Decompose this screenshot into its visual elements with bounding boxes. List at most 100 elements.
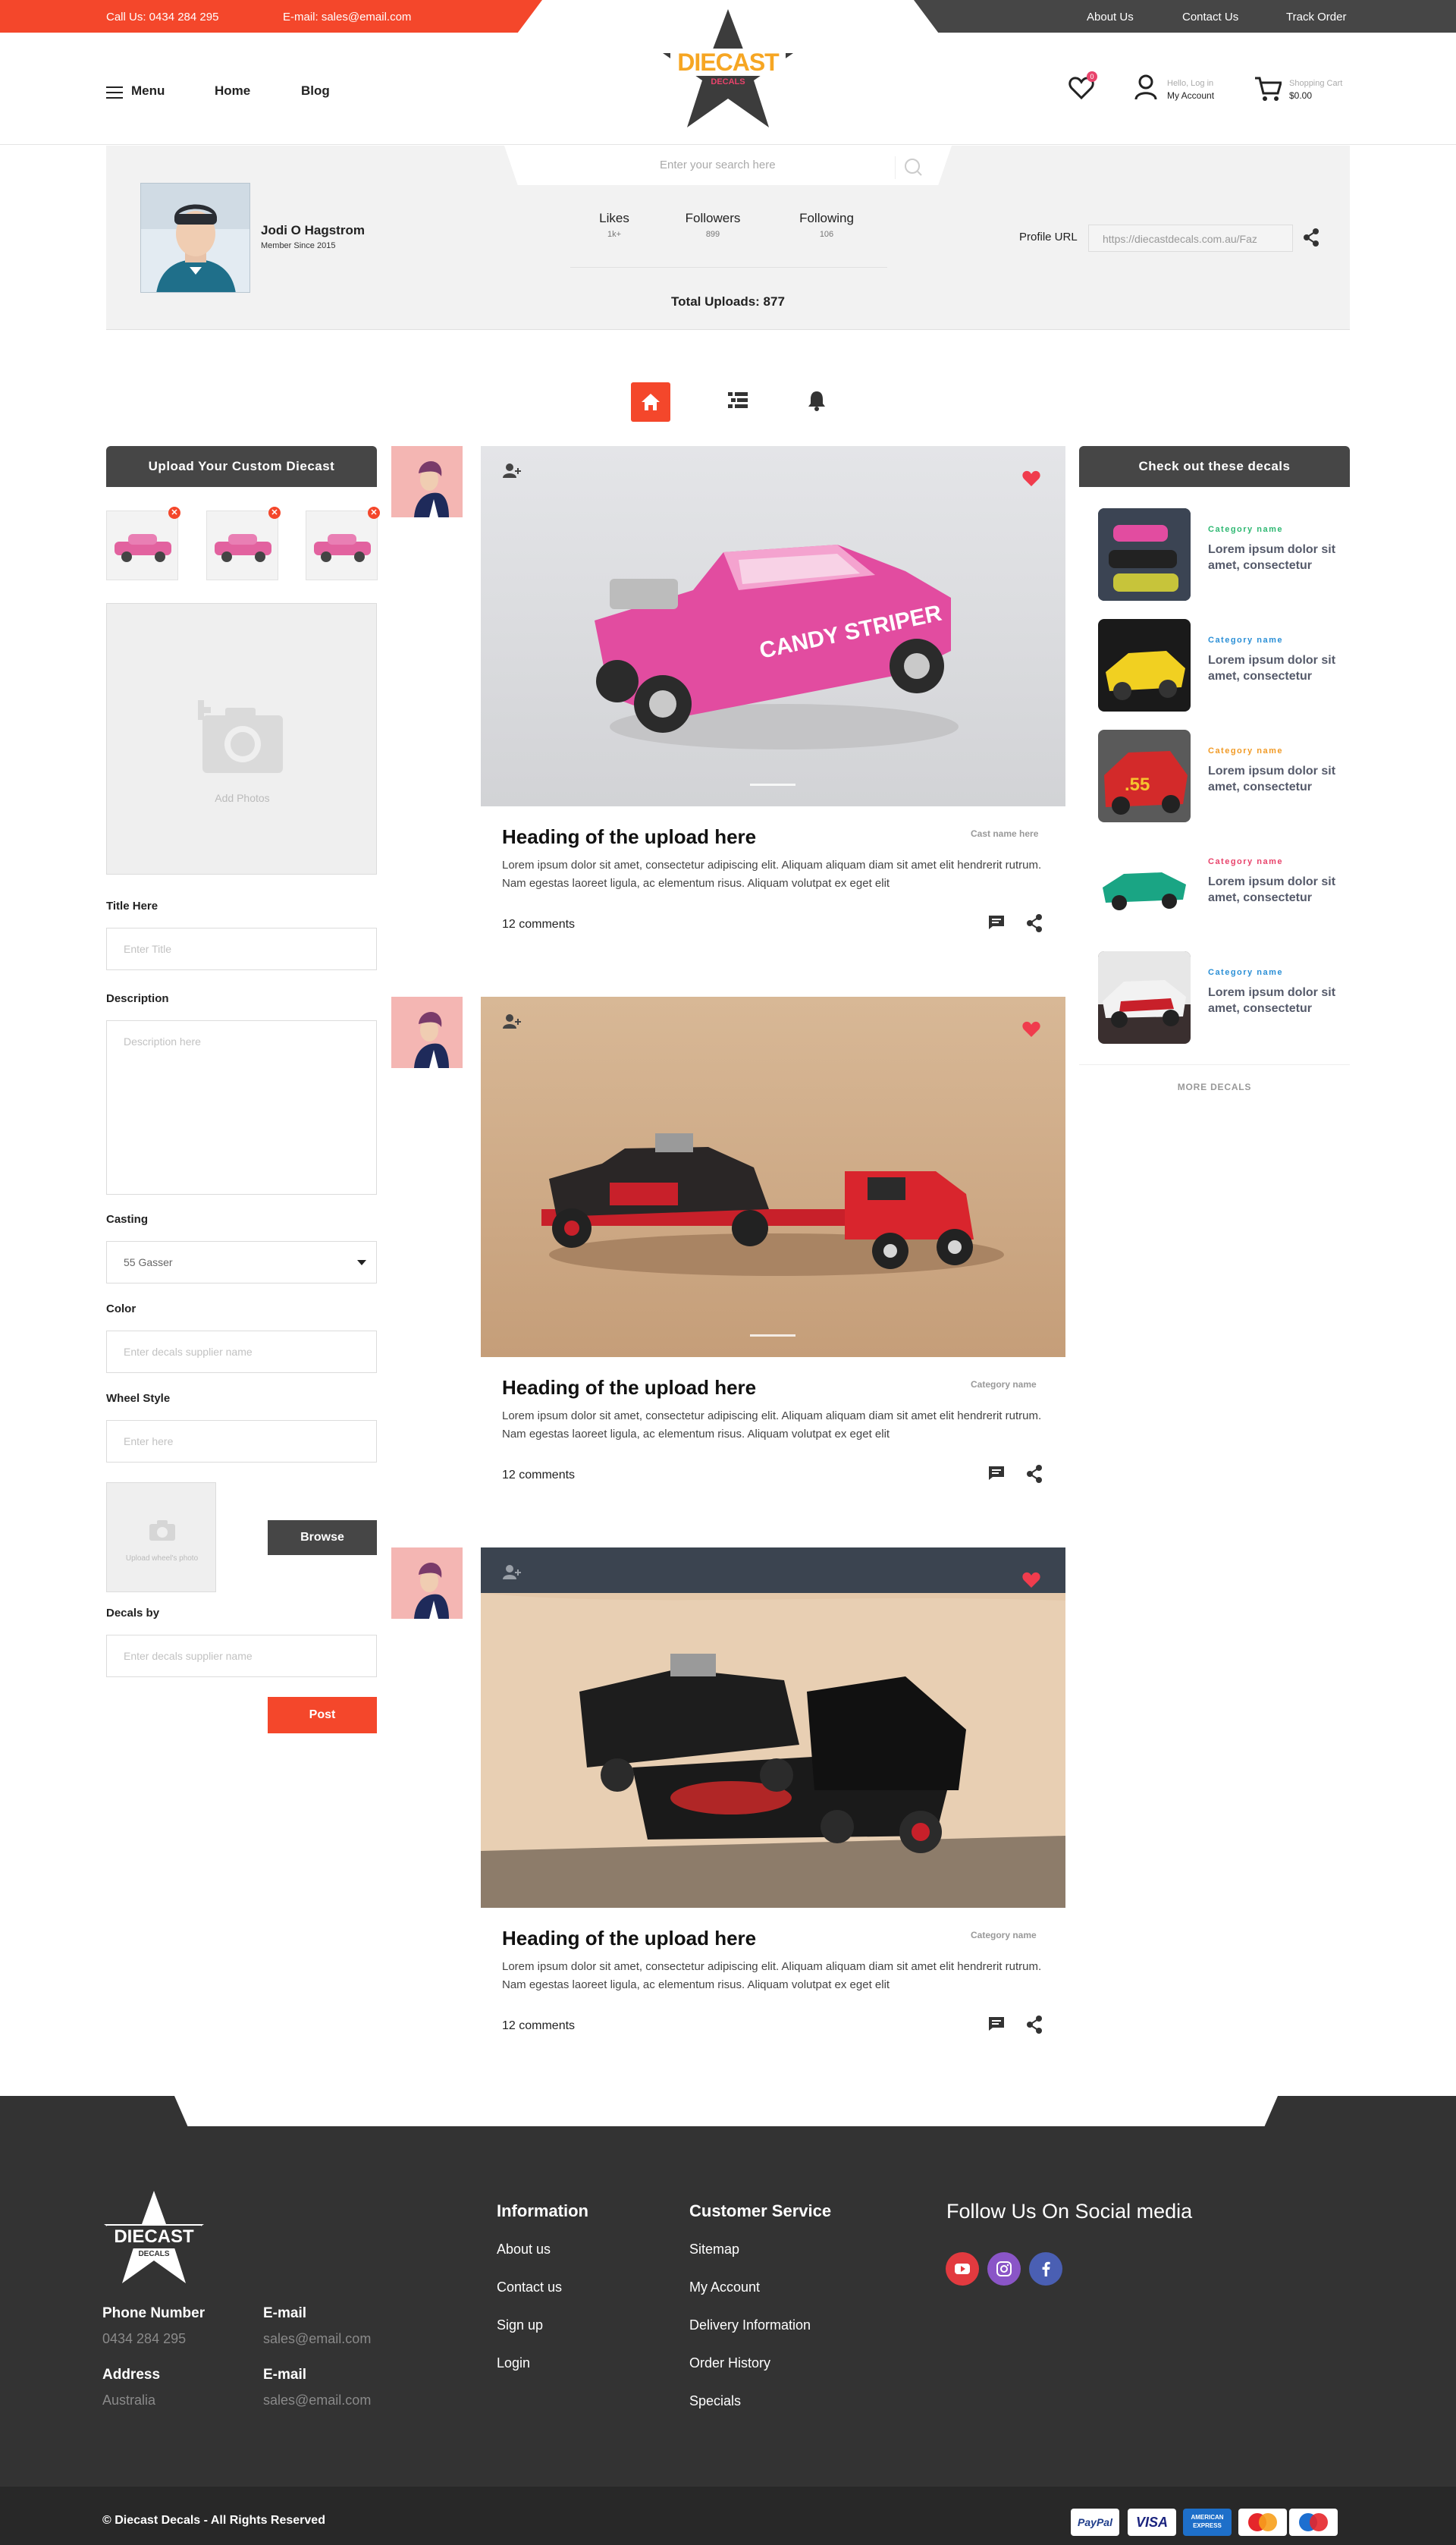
footer-link-signup[interactable]: Sign up	[497, 2317, 543, 2333]
comment-icon[interactable]	[988, 1466, 1005, 1485]
decal-thumb[interactable]	[1098, 951, 1191, 1044]
footer-link-contact[interactable]: Contact us	[497, 2280, 562, 2295]
footer-link-login[interactable]: Login	[497, 2355, 530, 2371]
casting-select[interactable]: 55 Gasser	[106, 1241, 377, 1283]
footer-logo[interactable]: DIECAST DECALS	[101, 2191, 207, 2286]
decals-by-input[interactable]: Enter decals supplier name	[106, 1635, 377, 1677]
post-title[interactable]: Heading of the upload here	[502, 1927, 756, 1950]
decal-thumb[interactable]	[1098, 619, 1191, 712]
decal-thumb[interactable]: .55	[1098, 730, 1191, 822]
logo-sub: DECALS	[711, 77, 745, 86]
footer-link-about[interactable]: About us	[497, 2242, 551, 2258]
decal-title[interactable]: Lorem ipsum dolor sit amet, consectetur	[1208, 874, 1337, 906]
color-input[interactable]: Enter decals supplier name	[106, 1331, 377, 1373]
topbar-track-link[interactable]: Track Order	[1286, 11, 1346, 24]
stat-followers-label[interactable]: Followers	[660, 211, 766, 226]
profile-url-field[interactable]: https://diecastdecals.com.au/Faz	[1088, 225, 1293, 252]
footer-phone[interactable]: 0434 284 295	[102, 2331, 186, 2347]
tab-timeline[interactable]	[726, 389, 749, 416]
footer-link-delivery[interactable]: Delivery Information	[689, 2317, 811, 2333]
topbar-about-link[interactable]: About Us	[1087, 11, 1134, 24]
upload-thumb[interactable]	[306, 511, 378, 580]
remove-thumb-icon[interactable]: ✕	[168, 507, 180, 519]
comment-icon[interactable]	[988, 2016, 1005, 2035]
wheel-photo-upload[interactable]: Upload wheel's photo	[106, 1482, 216, 1592]
share-icon[interactable]	[1303, 228, 1320, 251]
footer-email[interactable]: sales@email.com	[263, 2331, 371, 2347]
account-link[interactable]: My Account	[1167, 90, 1214, 101]
footer-link-sitemap[interactable]: Sitemap	[689, 2242, 739, 2258]
footer-notch	[174, 2096, 1278, 2126]
cart-total[interactable]: $0.00	[1289, 90, 1312, 101]
add-photos-dropzone[interactable]: Add Photos	[106, 603, 377, 875]
instagram-icon[interactable]	[987, 2252, 1021, 2286]
decal-thumb[interactable]	[1098, 840, 1191, 933]
youtube-icon[interactable]	[946, 2252, 979, 2286]
share-icon[interactable]	[1027, 914, 1042, 936]
account-hint: Hello, Log in	[1167, 79, 1214, 88]
like-heart-icon[interactable]	[1022, 1572, 1040, 1592]
like-heart-icon[interactable]	[1022, 470, 1040, 491]
more-decals-link[interactable]: MORE DECALS	[1079, 1082, 1350, 1092]
post-comments-link[interactable]: 12 comments	[502, 2019, 575, 2033]
facebook-icon[interactable]	[1029, 2252, 1062, 2286]
browse-button[interactable]: Browse	[268, 1520, 377, 1555]
footer-link-orders[interactable]: Order History	[689, 2355, 770, 2371]
post-image[interactable]: CANDY STRIPER	[481, 446, 1065, 806]
mastercard-icon	[1238, 2509, 1287, 2536]
decal-title[interactable]: Lorem ipsum dolor sit amet, consectetur	[1208, 763, 1337, 795]
footer-link-specials[interactable]: Specials	[689, 2393, 741, 2409]
user-icon[interactable]	[1134, 74, 1157, 104]
follow-user-icon[interactable]	[503, 1013, 522, 1034]
footer-address-label: Address	[102, 2367, 161, 2383]
decal-thumb[interactable]	[1098, 508, 1191, 601]
tab-notifications[interactable]	[806, 389, 827, 416]
like-heart-icon[interactable]	[1022, 1021, 1040, 1042]
menu-icon[interactable]	[106, 86, 123, 99]
post-title[interactable]: Heading of the upload here	[502, 1376, 756, 1400]
wishlist-icon[interactable]: 0	[1068, 71, 1097, 104]
post-author-avatar[interactable]	[391, 997, 463, 1068]
cart-hint: Shopping Cart	[1289, 79, 1343, 88]
share-icon[interactable]	[1027, 1465, 1042, 1487]
menu-button[interactable]: Menu	[131, 83, 165, 99]
cart-icon[interactable]	[1254, 76, 1282, 105]
follow-user-icon[interactable]	[503, 1564, 522, 1585]
post-author-avatar[interactable]	[391, 446, 463, 517]
decal-title[interactable]: Lorem ipsum dolor sit amet, consectetur	[1208, 542, 1337, 573]
search-icon[interactable]	[895, 156, 925, 179]
upload-thumb[interactable]	[206, 511, 278, 580]
post-comments-link[interactable]: 12 comments	[502, 918, 575, 932]
post-comments-link[interactable]: 12 comments	[502, 1469, 575, 1482]
wheel-style-input[interactable]: Enter here	[106, 1420, 377, 1463]
tab-home[interactable]	[631, 382, 670, 422]
remove-thumb-icon[interactable]: ✕	[368, 507, 380, 519]
footer-email-2[interactable]: sales@email.com	[263, 2393, 371, 2408]
post-image[interactable]	[481, 1547, 1065, 1908]
follow-user-icon[interactable]	[503, 463, 522, 483]
comment-icon[interactable]	[988, 915, 1005, 934]
description-textarea[interactable]: Description here	[106, 1020, 377, 1195]
post-author-avatar[interactable]	[391, 1547, 463, 1619]
paypal-label: PayPal	[1078, 2516, 1112, 2528]
search-input[interactable]: Enter your search here	[660, 159, 776, 171]
nav-blog[interactable]: Blog	[301, 83, 330, 99]
title-input[interactable]: Enter Title	[106, 928, 377, 970]
nav-home[interactable]: Home	[215, 83, 250, 99]
logo[interactable]: DIECAST DECALS	[660, 8, 796, 129]
post-image[interactable]	[481, 997, 1065, 1357]
topbar-email[interactable]: E-mail: sales@email.com	[283, 11, 411, 24]
topbar-phone[interactable]: Call Us: 0434 284 295	[106, 11, 218, 24]
stat-following-label[interactable]: Following	[774, 211, 880, 226]
footer-link-account[interactable]: My Account	[689, 2280, 760, 2295]
decal-title[interactable]: Lorem ipsum dolor sit amet, consectetur	[1208, 985, 1337, 1016]
decal-title[interactable]: Lorem ipsum dolor sit amet, consectetur	[1208, 652, 1337, 684]
camera-icon	[198, 700, 283, 773]
remove-thumb-icon[interactable]: ✕	[268, 507, 281, 519]
post-title[interactable]: Heading of the upload here	[502, 825, 756, 849]
share-icon[interactable]	[1027, 2016, 1042, 2038]
post-button[interactable]: Post	[268, 1697, 377, 1733]
casting-label: Casting	[106, 1213, 149, 1226]
topbar-contact-link[interactable]: Contact Us	[1182, 11, 1238, 24]
upload-thumb[interactable]	[106, 511, 178, 580]
